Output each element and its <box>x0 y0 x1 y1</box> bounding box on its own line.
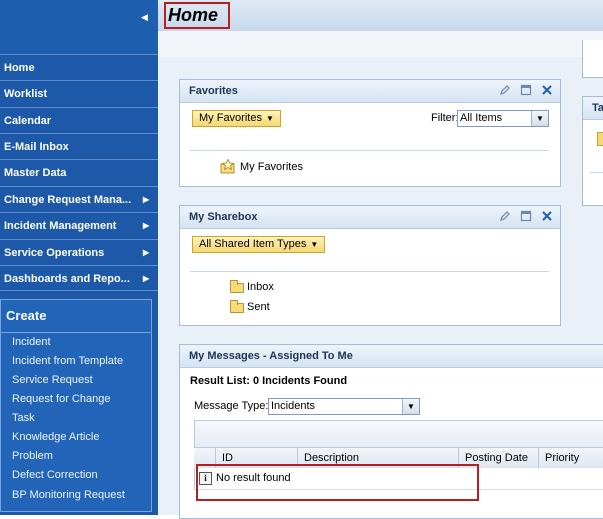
folder-inbox[interactable]: Inbox <box>247 281 274 293</box>
navigation-bar: ◀ Home Worklist Calendar E-Mail Inbox Ma… <box>0 0 158 515</box>
chevron-down-icon: ▼ <box>402 399 419 414</box>
highlight-box <box>164 2 230 29</box>
nav-item-label: Incident Management <box>4 220 117 232</box>
close-icon[interactable] <box>541 84 553 96</box>
panel-header: Favorites <box>180 80 560 103</box>
collapse-nav-icon[interactable]: ◀ <box>141 12 151 26</box>
panel-header: My Sharebox <box>180 206 560 229</box>
panel-title: My Messages - Assigned To Me <box>189 350 353 362</box>
my-favorites-dropdown[interactable]: My Favorites ▼ <box>192 110 281 127</box>
filter-label: Filter: <box>431 112 459 124</box>
edit-icon[interactable] <box>499 84 511 96</box>
nav-item-service-operations[interactable]: Service Operations ▶ <box>0 239 158 265</box>
subheader-bar <box>158 31 603 58</box>
button-label: My Favorites <box>199 112 262 124</box>
create-link-defect-correction[interactable]: Defect Correction <box>12 469 98 481</box>
nav-item-calendar[interactable]: Calendar <box>0 107 158 133</box>
chevron-down-icon: ▼ <box>265 114 274 123</box>
nav-item-label: Calendar <box>4 115 52 127</box>
filter-select[interactable]: All Items ▼ <box>457 110 549 127</box>
panel-header: Ta <box>583 97 603 120</box>
right-panel: Ta <box>582 96 603 206</box>
star-folder-icon <box>220 159 235 174</box>
highlight-box <box>196 464 479 501</box>
divider <box>590 172 603 173</box>
divider <box>190 150 549 151</box>
create-link-bp-monitoring-request[interactable]: BP Monitoring Request <box>12 489 125 501</box>
create-link-request-for-change[interactable]: Request for Change <box>12 393 110 405</box>
column-header-priority[interactable]: Priority <box>539 448 603 468</box>
edit-icon[interactable] <box>499 210 511 222</box>
arrow-right-icon: ▶ <box>143 195 150 204</box>
nav-item-worklist[interactable]: Worklist <box>0 80 158 106</box>
create-link-task[interactable]: Task <box>12 412 35 424</box>
message-type-label: Message Type: <box>194 400 269 412</box>
divider <box>1 332 151 333</box>
table-toolbar <box>194 420 603 448</box>
nav-item-email-inbox[interactable]: E-Mail Inbox <box>0 133 158 159</box>
folder-sent[interactable]: Sent <box>247 301 270 313</box>
nav-item-label: Service Operations <box>4 247 105 259</box>
result-count: Result List: 0 Incidents Found <box>190 375 348 387</box>
nav-item-label: Home <box>4 62 35 74</box>
nav-item-master-data[interactable]: Master Data <box>0 159 158 185</box>
right-panel-button[interactable] <box>597 132 603 146</box>
maximize-icon[interactable] <box>520 210 532 222</box>
favorites-item[interactable]: My Favorites <box>240 161 303 173</box>
arrow-right-icon: ▶ <box>143 221 150 230</box>
divider <box>190 271 549 272</box>
create-link-incident[interactable]: Incident <box>12 336 51 348</box>
chevron-down-icon: ▼ <box>310 240 319 249</box>
create-link-knowledge-article[interactable]: Knowledge Article <box>12 431 99 443</box>
panel-header: My Messages - Assigned To Me <box>180 345 603 368</box>
arrow-right-icon: ▶ <box>143 248 150 257</box>
message-type-select[interactable]: Incidents ▼ <box>268 398 420 415</box>
message-type-value: Incidents <box>271 400 316 412</box>
chevron-down-icon: ▼ <box>531 111 548 126</box>
nav-item-incident-management[interactable]: Incident Management ▶ <box>0 212 158 238</box>
panel-title: My Sharebox <box>189 211 258 223</box>
nav-item-change-request[interactable]: Change Request Mana... ▶ <box>0 186 158 212</box>
close-icon[interactable] <box>541 210 553 222</box>
button-label: All Shared Item Types <box>199 238 307 250</box>
panel-title: Ta <box>592 102 603 114</box>
nav-item-label: Change Request Mana... <box>4 194 132 206</box>
folder-icon <box>230 300 244 313</box>
nav-item-dashboards[interactable]: Dashboards and Repo... ▶ <box>0 265 158 291</box>
right-top-panel <box>582 40 603 78</box>
favorites-panel: Favorites <box>179 79 561 187</box>
filter-value: All Items <box>460 112 503 124</box>
create-title: Create <box>6 308 47 323</box>
nav-header: ◀ <box>0 0 158 54</box>
nav-item-home[interactable]: Home <box>0 54 158 80</box>
nav-item-label: Dashboards and Repo... <box>4 273 130 285</box>
shared-item-types-dropdown[interactable]: All Shared Item Types ▼ <box>192 236 326 253</box>
create-link-problem[interactable]: Problem <box>12 450 53 462</box>
nav-item-label: Worklist <box>4 88 48 100</box>
create-link-incident-from-template[interactable]: Incident from Template <box>12 355 123 367</box>
nav-item-label: E-Mail Inbox <box>4 141 69 153</box>
maximize-icon[interactable] <box>520 84 532 96</box>
panel-title: Favorites <box>189 85 238 97</box>
folder-icon <box>230 280 244 293</box>
arrow-right-icon: ▶ <box>143 274 150 283</box>
nav-item-label: Master Data <box>4 167 67 179</box>
create-link-service-request[interactable]: Service Request <box>12 374 93 386</box>
